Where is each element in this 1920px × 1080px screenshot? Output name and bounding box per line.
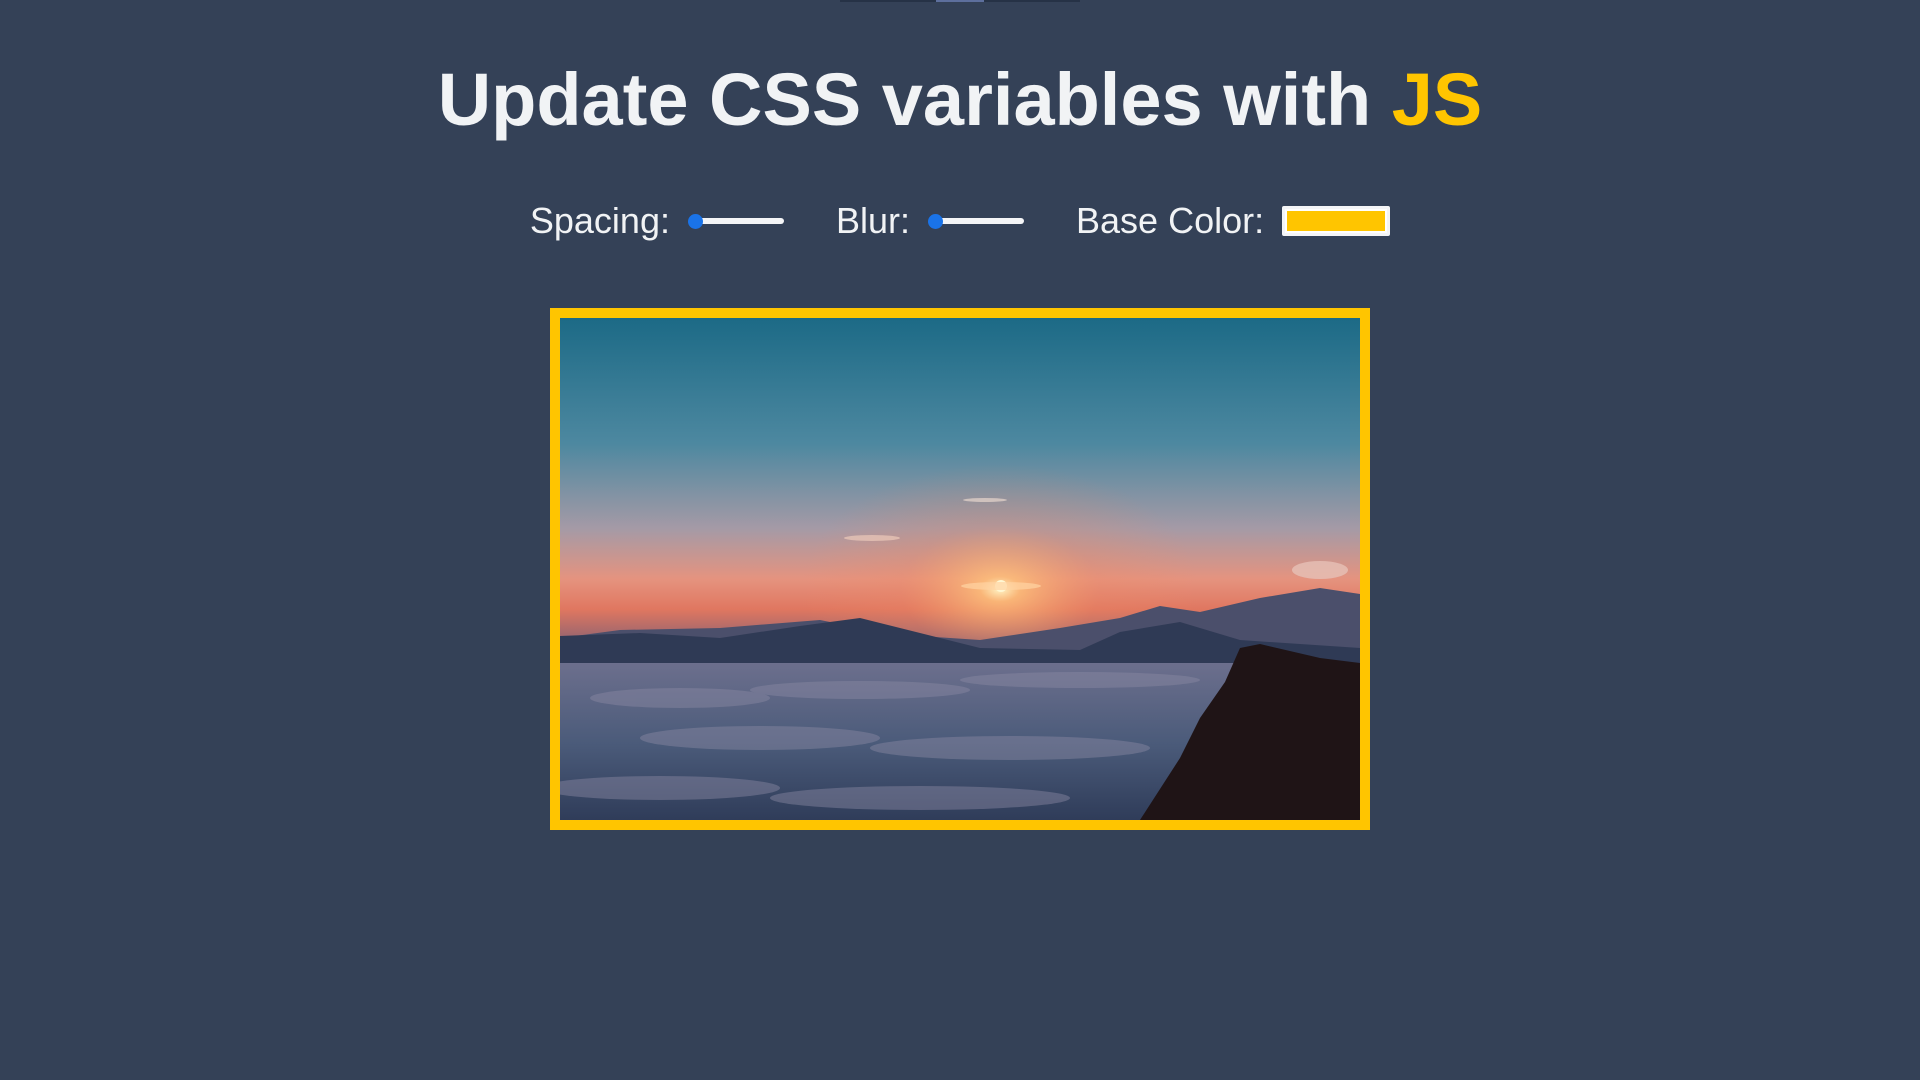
blur-control: Blur: [835, 200, 1025, 242]
blur-label: Blur: [835, 200, 911, 241]
sunset-image [560, 318, 1360, 820]
spacing-slider[interactable] [687, 211, 784, 231]
page-title-text: Update CSS variables with [437, 58, 1392, 141]
top-strip-highlight [936, 0, 984, 2]
top-strip [840, 0, 1080, 2]
spacing-control: Spacing: [530, 200, 784, 242]
spacing-label: Spacing: [529, 200, 670, 241]
base-color-control: Base Color: [1076, 200, 1391, 242]
spacing-slider-track [691, 218, 784, 224]
page-title: Update CSS variables with JS [0, 58, 1920, 142]
spacing-slider-thumb[interactable] [687, 214, 703, 229]
base-color-picker[interactable] [1282, 206, 1391, 236]
image-frame [550, 308, 1370, 830]
controls-bar: Spacing: Blur: Base Color: [0, 200, 1920, 242]
base-color-swatch-fill [1287, 211, 1386, 231]
blur-slider-thumb[interactable] [928, 214, 944, 229]
page-title-highlight: JS [1391, 58, 1483, 141]
blur-slider-track [932, 218, 1025, 224]
blur-slider[interactable] [928, 211, 1025, 231]
base-color-label: Base Color: [1076, 200, 1265, 241]
